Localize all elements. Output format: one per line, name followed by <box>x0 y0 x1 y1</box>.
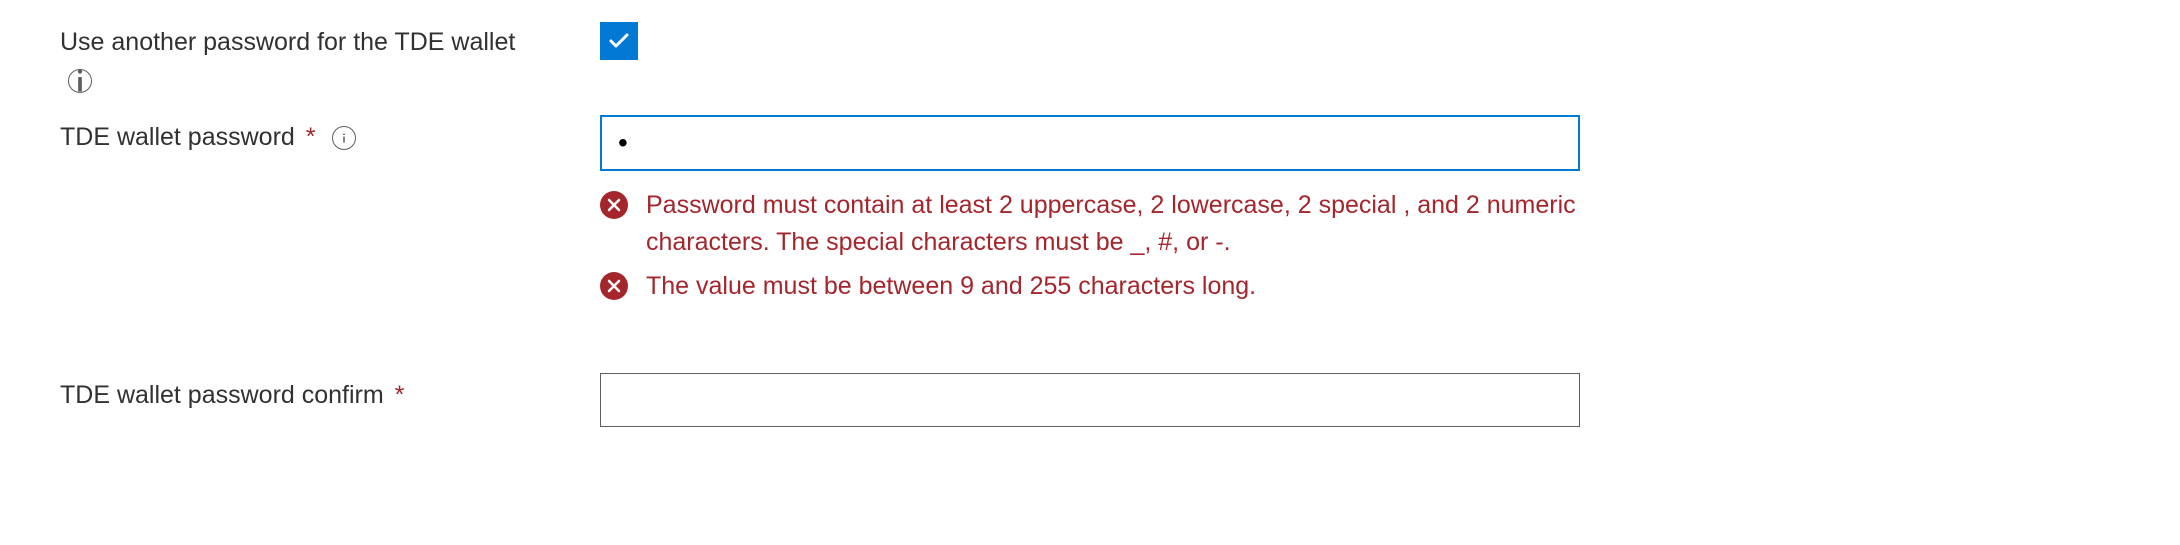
error-item: Password must contain at least 2 upperca… <box>600 187 1580 262</box>
tde-password-confirm-row: TDE wallet password confirm * <box>60 373 2120 427</box>
error-x-icon <box>600 191 628 219</box>
use-another-password-label: Use another password for the TDE wallet <box>60 28 515 56</box>
error-x-icon <box>600 272 628 300</box>
tde-password-input[interactable] <box>600 115 1580 171</box>
tde-password-confirm-input[interactable] <box>600 373 1580 427</box>
tde-password-confirm-control-col <box>600 373 2120 427</box>
error-text: Password must contain at least 2 upperca… <box>646 187 1580 262</box>
use-another-password-label-col: Use another password for the TDE wallet <box>60 20 600 103</box>
tde-password-row: TDE wallet password * Password must cont… <box>60 115 2120 312</box>
info-icon[interactable] <box>332 126 356 150</box>
error-item: The value must be between 9 and 255 char… <box>600 268 1580 306</box>
tde-password-control-col: Password must contain at least 2 upperca… <box>600 115 2120 312</box>
tde-password-confirm-label: TDE wallet password confirm <box>60 381 384 409</box>
use-another-password-control-col <box>600 20 2120 60</box>
use-another-password-checkbox[interactable] <box>600 22 638 60</box>
tde-password-label: TDE wallet password <box>60 123 295 151</box>
info-icon[interactable] <box>68 69 92 93</box>
required-indicator: * <box>395 381 405 409</box>
error-text: The value must be between 9 and 255 char… <box>646 268 1256 306</box>
tde-password-label-col: TDE wallet password * <box>60 115 600 152</box>
use-another-password-row: Use another password for the TDE wallet <box>60 20 2120 103</box>
required-indicator: * <box>306 123 316 151</box>
tde-password-errors: Password must contain at least 2 upperca… <box>600 187 1580 306</box>
tde-password-confirm-label-col: TDE wallet password confirm * <box>60 373 600 410</box>
